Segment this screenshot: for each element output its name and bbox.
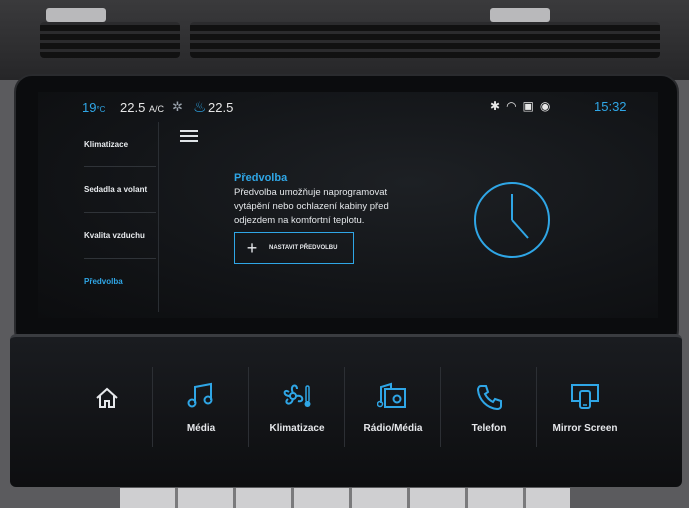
fan-icon[interactable]: ✲: [172, 99, 183, 115]
location-icon: ◉: [539, 99, 557, 113]
music-icon: [187, 382, 213, 408]
set-preset-button[interactable]: + NASTAVIT PŘEDVOLBU: [234, 232, 354, 264]
shortcut-media[interactable]: Média: [154, 357, 248, 457]
air-vent: [190, 22, 660, 58]
ac-label: A/C: [148, 104, 164, 114]
page-title: Předvolba: [234, 172, 288, 184]
shortcut-label: Mirror Screen: [552, 423, 618, 434]
cabin-temperature[interactable]: 22.5 A/C: [120, 100, 164, 115]
phone-icon: [476, 385, 502, 411]
shortcut-radio-media[interactable]: Rádio/Média: [346, 357, 440, 457]
hardware-buttons[interactable]: [120, 488, 570, 508]
home-icon: [96, 387, 118, 408]
clock-icon: [474, 182, 550, 258]
wifi-icon: ◠: [506, 99, 523, 113]
sidebar-item-kvalita-vzduchu[interactable]: Kvalita vzduchu: [84, 213, 156, 257]
menu-icon[interactable]: [180, 130, 198, 142]
sidebar-item-sedadla[interactable]: Sedadla a volant: [84, 167, 156, 211]
shortcut-home[interactable]: [60, 357, 154, 457]
sidebar-item-klimatizace[interactable]: Klimatizace: [84, 122, 156, 166]
status-icons: ✱◠▣◉: [490, 99, 556, 113]
bluetooth-icon: ✱: [490, 99, 507, 113]
vent-knob[interactable]: [46, 8, 106, 22]
divider: [536, 367, 537, 447]
car-icon: ▣: [522, 99, 540, 113]
vent-knob[interactable]: [490, 8, 550, 22]
set-preset-label: NASTAVIT PŘEDVOLBU: [269, 245, 338, 251]
radio-icon: [377, 382, 406, 408]
status-bar: 19°C 22.5 A/C ✲ ♨ 22.5 ✱◠▣◉ 15:32: [38, 92, 658, 120]
divider: [344, 367, 345, 447]
touch-shortcut-bar: Média Klimatizace Rádio/Média Telefon Mi…: [10, 334, 682, 487]
passenger-temperature[interactable]: 22.5: [208, 100, 233, 115]
divider: [152, 367, 153, 447]
page-description: Předvolba umožňuje naprogramovat vytápěn…: [234, 187, 389, 226]
dashboard-top: [0, 0, 689, 80]
fan-icon: [283, 384, 311, 407]
status-clock: 15:32: [594, 99, 627, 114]
plus-icon: +: [246, 237, 258, 258]
display-bezel: 19°C 22.5 A/C ✲ ♨ 22.5 ✱◠▣◉ 15:32 Klimat…: [14, 74, 679, 348]
driver-temperature[interactable]: 19°C: [82, 100, 105, 115]
shortcut-mirror-screen[interactable]: Mirror Screen: [538, 357, 632, 457]
mirror-screen-icon: [571, 384, 599, 409]
seat-heating-icon[interactable]: ♨: [193, 98, 206, 116]
shortcut-label: Telefon: [471, 423, 507, 434]
infotainment-screen: 19°C 22.5 A/C ✲ ♨ 22.5 ✱◠▣◉ 15:32 Klimat…: [38, 92, 658, 318]
shortcut-climate[interactable]: Klimatizace: [250, 357, 344, 457]
air-vent: [40, 22, 180, 58]
shortcut-label: Rádio/Média: [363, 423, 423, 434]
shortcut-label: Média: [186, 423, 216, 434]
sidebar-divider: [158, 122, 159, 312]
sidebar: Klimatizace Sedadla a volant Kvalita vzd…: [38, 122, 156, 312]
shortcut-phone[interactable]: Telefon: [442, 357, 536, 457]
divider: [248, 367, 249, 447]
divider: [440, 367, 441, 447]
sidebar-item-predvolba[interactable]: Předvolba: [84, 259, 156, 303]
shortcut-label: Klimatizace: [269, 423, 325, 434]
